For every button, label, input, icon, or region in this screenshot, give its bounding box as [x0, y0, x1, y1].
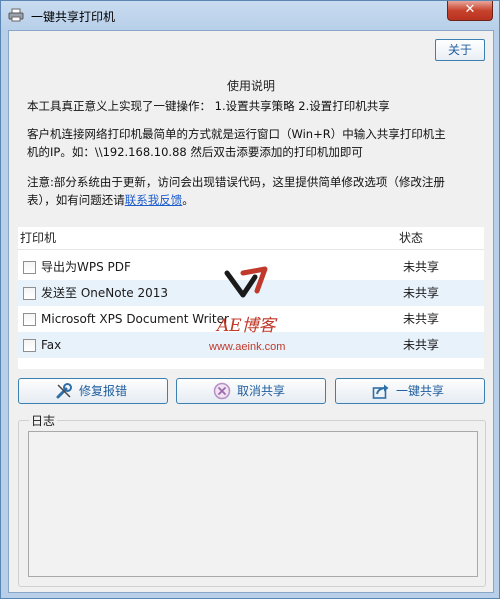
column-header-printer[interactable]: 打印机	[20, 227, 56, 249]
instructions-para-3-suffix: 。	[182, 193, 194, 207]
printer-checkbox[interactable]	[23, 339, 36, 352]
instructions-section: 使用说明 本工具真正意义上实现了一键操作： 1.设置共享策略 2.设置打印机共享…	[9, 77, 493, 207]
printer-list-header: 打印机 状态	[18, 227, 484, 250]
printer-row[interactable]: Fax 未共享	[18, 332, 484, 358]
one-click-share-button[interactable]: 一键共享	[335, 378, 485, 404]
printer-status: 未共享	[403, 286, 440, 300]
printer-status: 未共享	[403, 260, 440, 274]
about-button[interactable]: 关于	[435, 39, 485, 61]
cancel-share-button[interactable]: 取消共享	[176, 378, 326, 404]
instructions-para-3-line-2: 表），如有问题还请联系我反馈。	[27, 191, 445, 209]
printer-checkbox[interactable]	[23, 313, 36, 326]
instructions-title: 使用说明	[226, 79, 275, 93]
cancel-share-button-label: 取消共享	[237, 384, 286, 398]
instructions-para-2-line-2: 机的IP。如：\\192.168.10.88 然后双击添要添加的打印机加即可	[27, 145, 363, 159]
printer-name: Fax	[41, 338, 62, 352]
log-group	[18, 420, 486, 587]
instructions-para-1: 本工具真正意义上实现了一键操作： 1.设置共享策略 2.设置打印机共享	[27, 99, 390, 113]
feedback-link[interactable]: 联系我反馈	[125, 193, 183, 207]
printer-list: 打印机 状态 导出为WPS PDF 未共享 发送至 OneNote 2013 未…	[18, 227, 484, 369]
instructions-para-3: 注意:部分系统由于更新，访问会出现错误代码，这里提供简单修改选项（修改注册 表）…	[9, 173, 463, 209]
instructions-para-3-line-1: 注意:部分系统由于更新，访问会出现错误代码，这里提供简单修改选项（修改注册	[27, 175, 445, 189]
cancel-circle-icon	[213, 382, 231, 400]
one-click-share-button-label: 一键共享	[396, 384, 445, 398]
instructions-para-2: 客户机连接网络打印机最简单的方式就是运行窗口（Win+R）中输入共享打印机主 机…	[9, 125, 464, 161]
log-label: 日志	[29, 412, 58, 429]
repair-button-label: 修复报错	[79, 384, 128, 398]
printer-name: Microsoft XPS Document Writer	[41, 312, 229, 326]
printer-status: 未共享	[403, 338, 440, 352]
repair-button[interactable]: 修复报错	[18, 378, 168, 404]
printer-row[interactable]: 发送至 OneNote 2013 未共享	[18, 280, 484, 306]
printer-icon	[8, 8, 24, 22]
title-bar[interactable]: 一键共享打印机 ✕	[1, 1, 499, 31]
printer-status: 未共享	[403, 312, 440, 326]
printer-checkbox[interactable]	[23, 261, 36, 274]
log-textbox[interactable]	[28, 431, 478, 577]
main-panel: 关于 使用说明 本工具真正意义上实现了一键操作： 1.设置共享策略 2.设置打印…	[8, 30, 494, 593]
printer-name: 导出为WPS PDF	[41, 260, 131, 274]
window-title: 一键共享打印机	[31, 10, 116, 24]
share-icon	[372, 384, 389, 399]
close-button[interactable]: ✕	[447, 1, 493, 21]
column-header-status[interactable]: 状态	[399, 227, 423, 249]
printer-row[interactable]: Microsoft XPS Document Writer 未共享	[18, 306, 484, 332]
wrench-icon	[56, 383, 72, 399]
printer-checkbox[interactable]	[23, 287, 36, 300]
app-window: 一键共享打印机 ✕ 关于 使用说明 本工具真正意义上实现了一键操作： 1.设置共…	[0, 0, 500, 599]
printer-name: 发送至 OneNote 2013	[41, 286, 169, 300]
instructions-para-2-line-1: 客户机连接网络打印机最简单的方式就是运行窗口（Win+R）中输入共享打印机主	[27, 127, 446, 141]
printer-row[interactable]: 导出为WPS PDF 未共享	[18, 254, 484, 280]
instructions-para-3-prefix: 表），如有问题还请	[27, 193, 125, 207]
